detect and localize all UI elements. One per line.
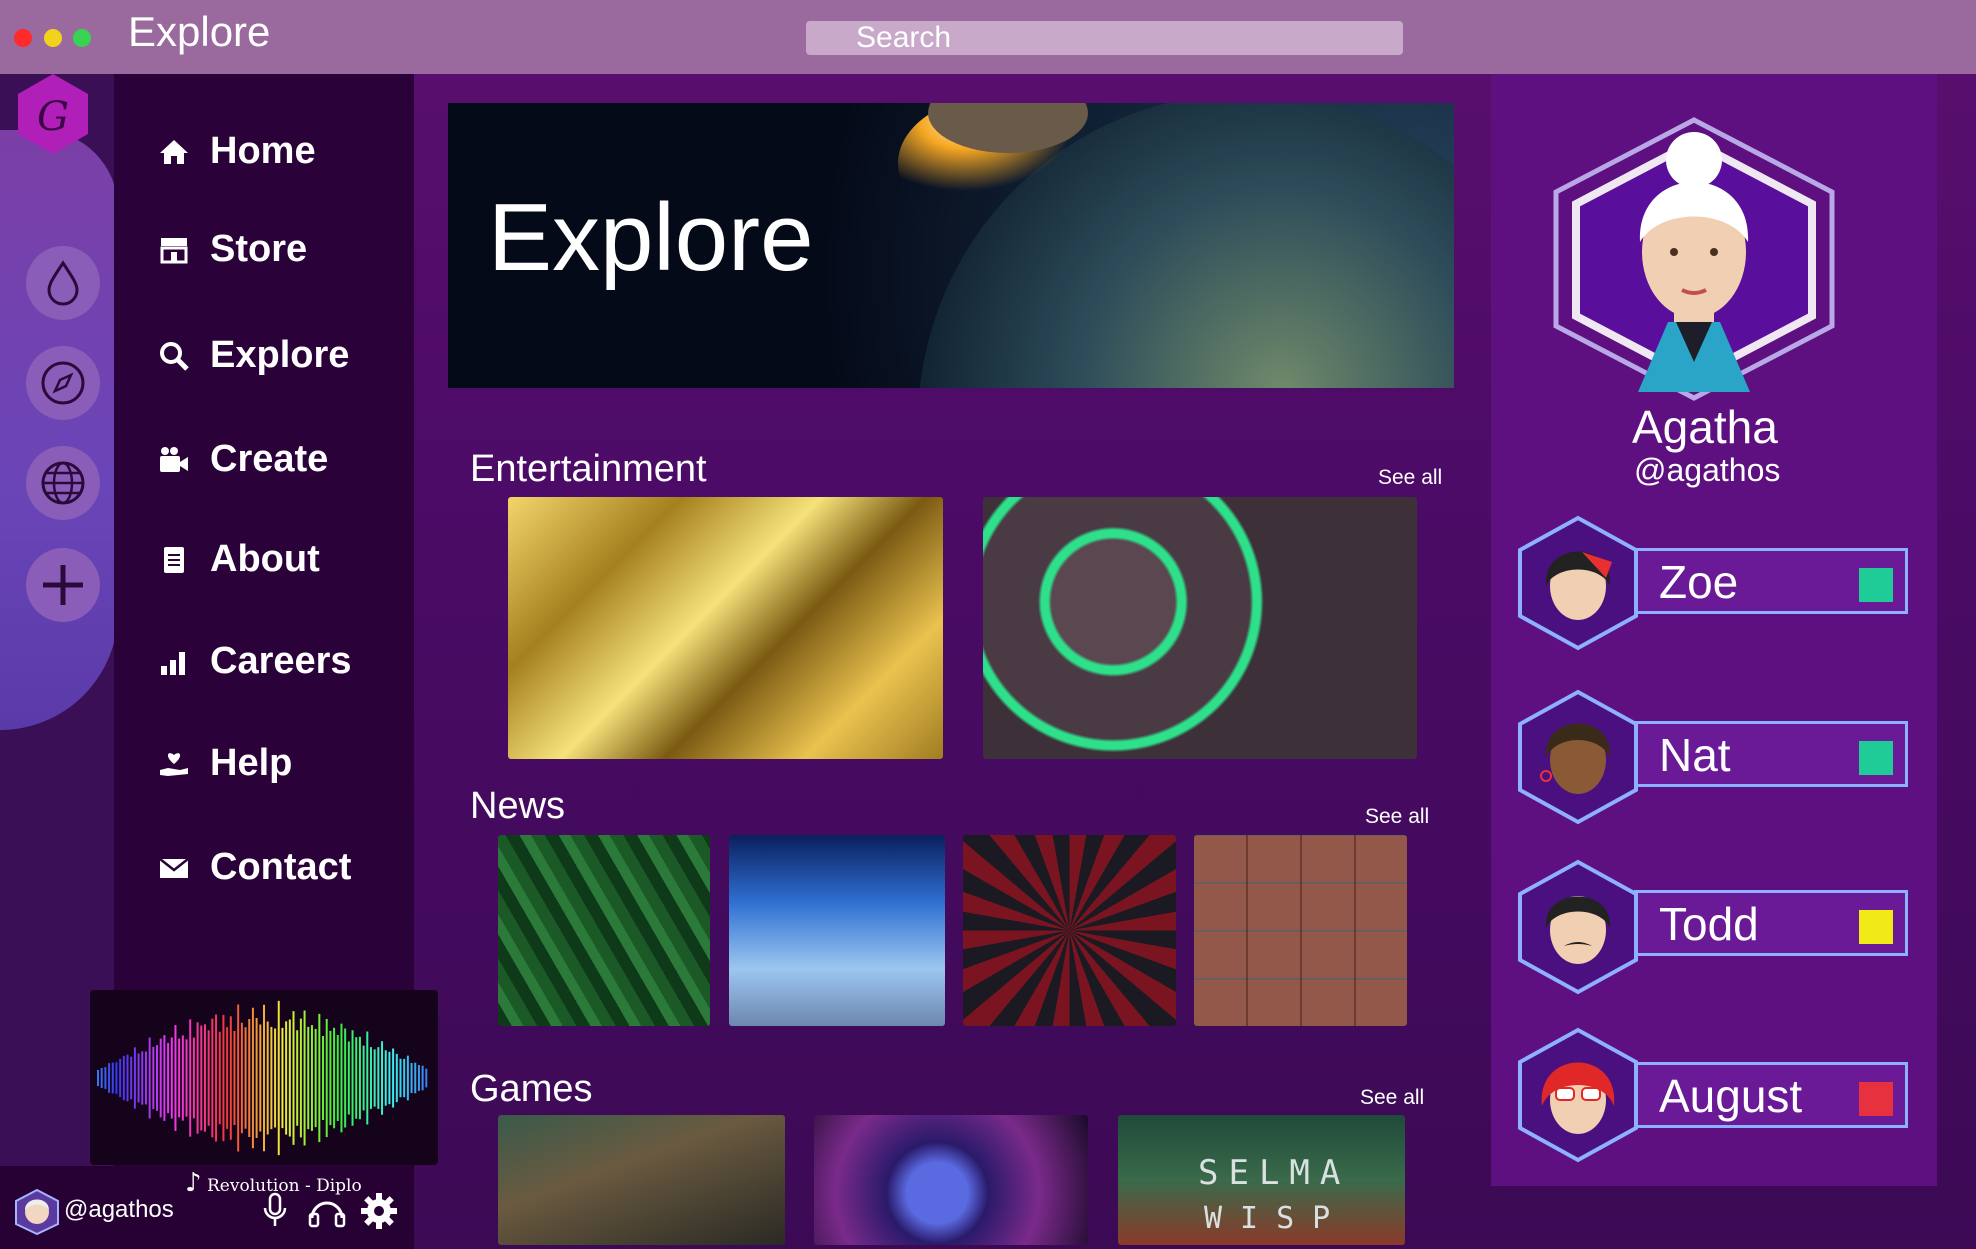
nav-item-about[interactable]: About — [158, 538, 320, 581]
microphone-icon — [263, 1192, 287, 1226]
section-title-entertainment: Entertainment — [470, 448, 707, 490]
close-window-button[interactable] — [14, 29, 32, 47]
search-input[interactable] — [806, 21, 1403, 55]
home-icon — [160, 139, 188, 164]
friend-item-todd[interactable]: Todd — [1634, 890, 1908, 956]
news-tile-sunburst[interactable] — [963, 835, 1176, 1026]
compass-icon — [41, 361, 85, 405]
search-icon — [160, 341, 189, 371]
news-tile-bricks[interactable] — [1194, 835, 1407, 1026]
app-logo[interactable]: G — [16, 72, 90, 156]
nav-item-home[interactable]: Home — [158, 130, 316, 173]
window-title: Explore — [128, 8, 271, 55]
audio-visualizer[interactable] — [90, 990, 438, 1165]
avatar-icon — [1518, 515, 1638, 651]
document-icon — [164, 546, 184, 573]
profile-avatar[interactable] — [1548, 112, 1848, 406]
microphone-button[interactable] — [262, 1192, 288, 1232]
status-indicator — [1859, 1082, 1893, 1116]
friend-item-august[interactable]: August — [1634, 1062, 1908, 1128]
user-handle: @agathos — [64, 1196, 174, 1223]
svg-text:G: G — [37, 94, 69, 140]
nav-item-label: Store — [210, 228, 308, 270]
gear-icon — [361, 1193, 397, 1229]
globe-icon — [41, 461, 85, 505]
friend-avatar-august[interactable] — [1516, 1026, 1640, 1168]
avatar-icon — [1518, 859, 1638, 995]
profile-handle: @agathos — [1634, 452, 1781, 488]
user-avatar[interactable] — [14, 1188, 60, 1236]
avatar-icon — [15, 1188, 59, 1236]
friend-avatar-zoe[interactable] — [1516, 514, 1640, 656]
globe-button[interactable] — [26, 446, 100, 520]
friend-item-zoe[interactable]: Zoe — [1634, 548, 1908, 614]
nav-item-contact[interactable]: Contact — [158, 846, 351, 889]
avatar-icon — [1518, 689, 1638, 825]
section-title-games: Games — [470, 1068, 593, 1110]
music-note-icon: ♪ — [185, 1168, 202, 1198]
mail-icon — [159, 857, 189, 878]
add-button[interactable] — [26, 548, 100, 622]
friend-name: Nat — [1659, 729, 1731, 781]
nav-item-label: Create — [210, 438, 329, 480]
heart-hand-icon — [160, 752, 188, 776]
news-tile-lowpoly[interactable] — [729, 835, 945, 1026]
avatar-icon — [1518, 1027, 1638, 1163]
profile-avatar-icon — [1553, 117, 1835, 401]
friend-avatar-todd[interactable] — [1516, 858, 1640, 1000]
script-g-hexagon-icon: G — [18, 74, 88, 154]
friend-name: Zoe — [1659, 556, 1739, 608]
settings-button[interactable] — [360, 1192, 398, 1234]
headphones-button[interactable] — [308, 1196, 346, 1232]
drop-button[interactable] — [26, 246, 100, 320]
nav-item-store[interactable]: Store — [158, 228, 307, 271]
nav-item-help[interactable]: Help — [158, 742, 292, 785]
games-tile-selma-title: SELMA — [1198, 1153, 1351, 1193]
friend-item-nat[interactable]: Nat — [1634, 721, 1908, 787]
rail-highlight — [0, 130, 118, 730]
entertainment-tile-gold[interactable] — [508, 497, 943, 759]
compass-button[interactable] — [26, 346, 100, 420]
drop-icon — [47, 260, 79, 306]
status-indicator — [1859, 568, 1893, 602]
see-all-news[interactable]: See all — [1365, 805, 1429, 829]
nav-item-label: Home — [210, 130, 316, 172]
nav-item-create[interactable]: Create — [158, 438, 328, 481]
entertainment-tile-rocks[interactable] — [983, 497, 1417, 759]
minimize-window-button[interactable] — [44, 29, 62, 47]
section-title-news: News — [470, 785, 566, 827]
nav-item-label: Careers — [210, 640, 352, 682]
games-tile-warriors[interactable] — [498, 1115, 785, 1245]
profile-name: Agatha — [1632, 401, 1778, 453]
news-tile-leaves[interactable] — [498, 835, 710, 1026]
see-all-entertainment[interactable]: See all — [1378, 466, 1442, 490]
nav-item-label: Help — [210, 742, 293, 784]
plus-icon — [43, 565, 83, 605]
hero-title: Explore — [488, 184, 814, 291]
games-tile-wisp-title: WISP — [1204, 1201, 1349, 1236]
maximize-window-button[interactable] — [73, 29, 91, 47]
nav-item-careers[interactable]: Careers — [158, 640, 352, 683]
chart-icon — [161, 651, 185, 675]
nav-item-label: Contact — [210, 846, 352, 888]
friend-name: Todd — [1659, 898, 1759, 950]
waveform — [97, 1000, 428, 1156]
headphones-icon — [308, 1201, 346, 1228]
games-tile-selma[interactable]: SELMA WISP — [1118, 1115, 1405, 1245]
see-all-games[interactable]: See all — [1360, 1086, 1424, 1110]
nav-item-label: Explore — [210, 334, 350, 376]
friend-avatar-nat[interactable] — [1516, 688, 1640, 830]
camera-icon — [160, 446, 188, 472]
hero-banner[interactable]: Explore — [448, 103, 1454, 388]
status-indicator — [1859, 741, 1893, 775]
friend-name: August — [1659, 1070, 1803, 1122]
games-tile-city[interactable] — [814, 1115, 1088, 1245]
nav-item-explore[interactable]: Explore — [158, 334, 349, 377]
status-indicator — [1859, 910, 1893, 944]
nav-item-label: About — [210, 538, 320, 580]
store-icon — [160, 237, 188, 263]
